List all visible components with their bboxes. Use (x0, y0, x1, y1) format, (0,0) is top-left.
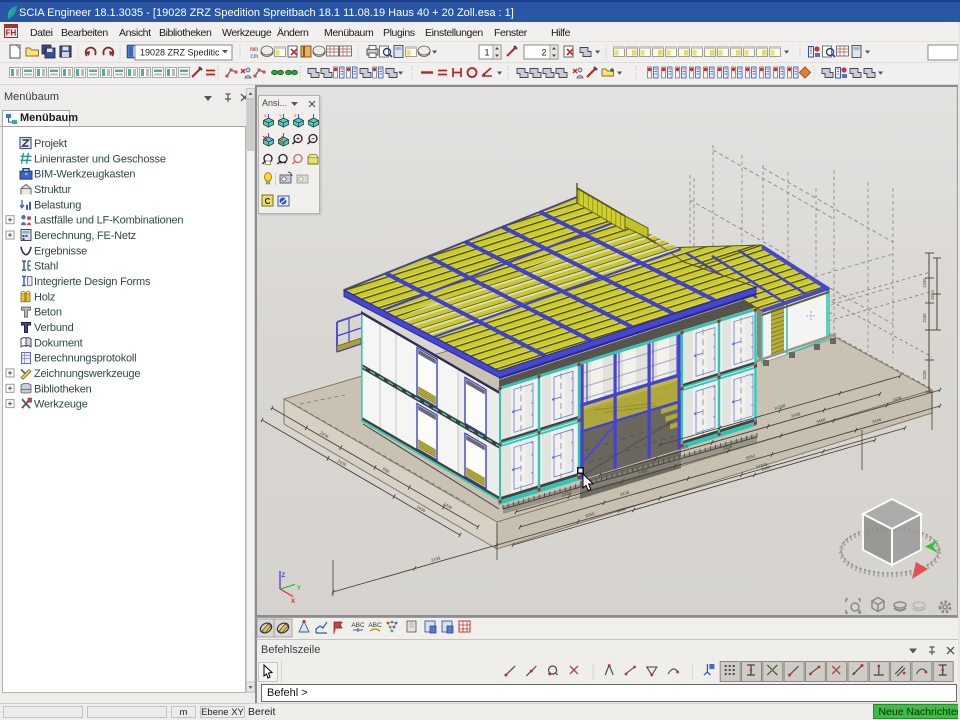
svg-text:Stahl: Stahl (34, 261, 58, 273)
svg-text:Verbund: Verbund (34, 322, 74, 334)
svg-text:1: 1 (484, 48, 489, 58)
svg-text:Zeichnungswerkzeuge: Zeichnungswerkzeuge (34, 368, 140, 380)
svg-text:X: X (264, 113, 267, 118)
svg-text:Struktur: Struktur (34, 184, 71, 196)
svg-text:2: 2 (541, 48, 546, 58)
svg-text:Linienraster und Geschosse: Linienraster und Geschosse (34, 153, 166, 165)
svg-text:Dokument: Dokument (34, 337, 83, 349)
svg-text:8263: 8263 (930, 290, 935, 300)
svg-text:Werkzeuge: Werkzeuge (34, 399, 88, 411)
svg-text:19028 ZRZ Speditic: 19028 ZRZ Speditic (140, 48, 220, 58)
svg-text:Berechnungsprotokoll: Berechnungsprotokoll (34, 353, 136, 365)
svg-text:Bibliotheken: Bibliotheken (34, 383, 92, 395)
svg-text:ABC: ABC (368, 622, 382, 629)
svg-text:2436: 2436 (922, 370, 927, 380)
svg-text:cm: cm (250, 53, 258, 60)
svg-text:ABC: ABC (351, 622, 365, 629)
svg-text:Berechnung, FE-Netz: Berechnung, FE-Netz (34, 230, 136, 242)
svg-text:Z: Z (282, 573, 286, 579)
svg-text:Z: Z (294, 113, 297, 118)
svg-text:Integrierte Design Forms: Integrierte Design Forms (34, 276, 151, 288)
svg-text:BIM-Werkzeugkasten: BIM-Werkzeugkasten (34, 169, 135, 181)
svg-text:Beton: Beton (34, 307, 62, 319)
svg-text:Y: Y (297, 586, 301, 592)
svg-text:2436: 2436 (922, 313, 927, 323)
svg-text:mm: mm (250, 46, 258, 53)
svg-text:X: X (291, 599, 295, 605)
svg-text:FH: FH (6, 29, 17, 38)
svg-text:Y: Y (279, 113, 282, 118)
svg-text:2436: 2436 (922, 278, 927, 288)
svg-text:Ergebnisse: Ergebnisse (34, 245, 87, 257)
svg-text:Lastfälle und LF-Kombinationen: Lastfälle und LF-Kombinationen (34, 215, 183, 227)
svg-text:Projekt: Projekt (34, 138, 67, 150)
svg-text:Holz: Holz (34, 291, 55, 303)
svg-text:Belastung: Belastung (34, 199, 81, 211)
svg-text:C: C (265, 197, 271, 206)
